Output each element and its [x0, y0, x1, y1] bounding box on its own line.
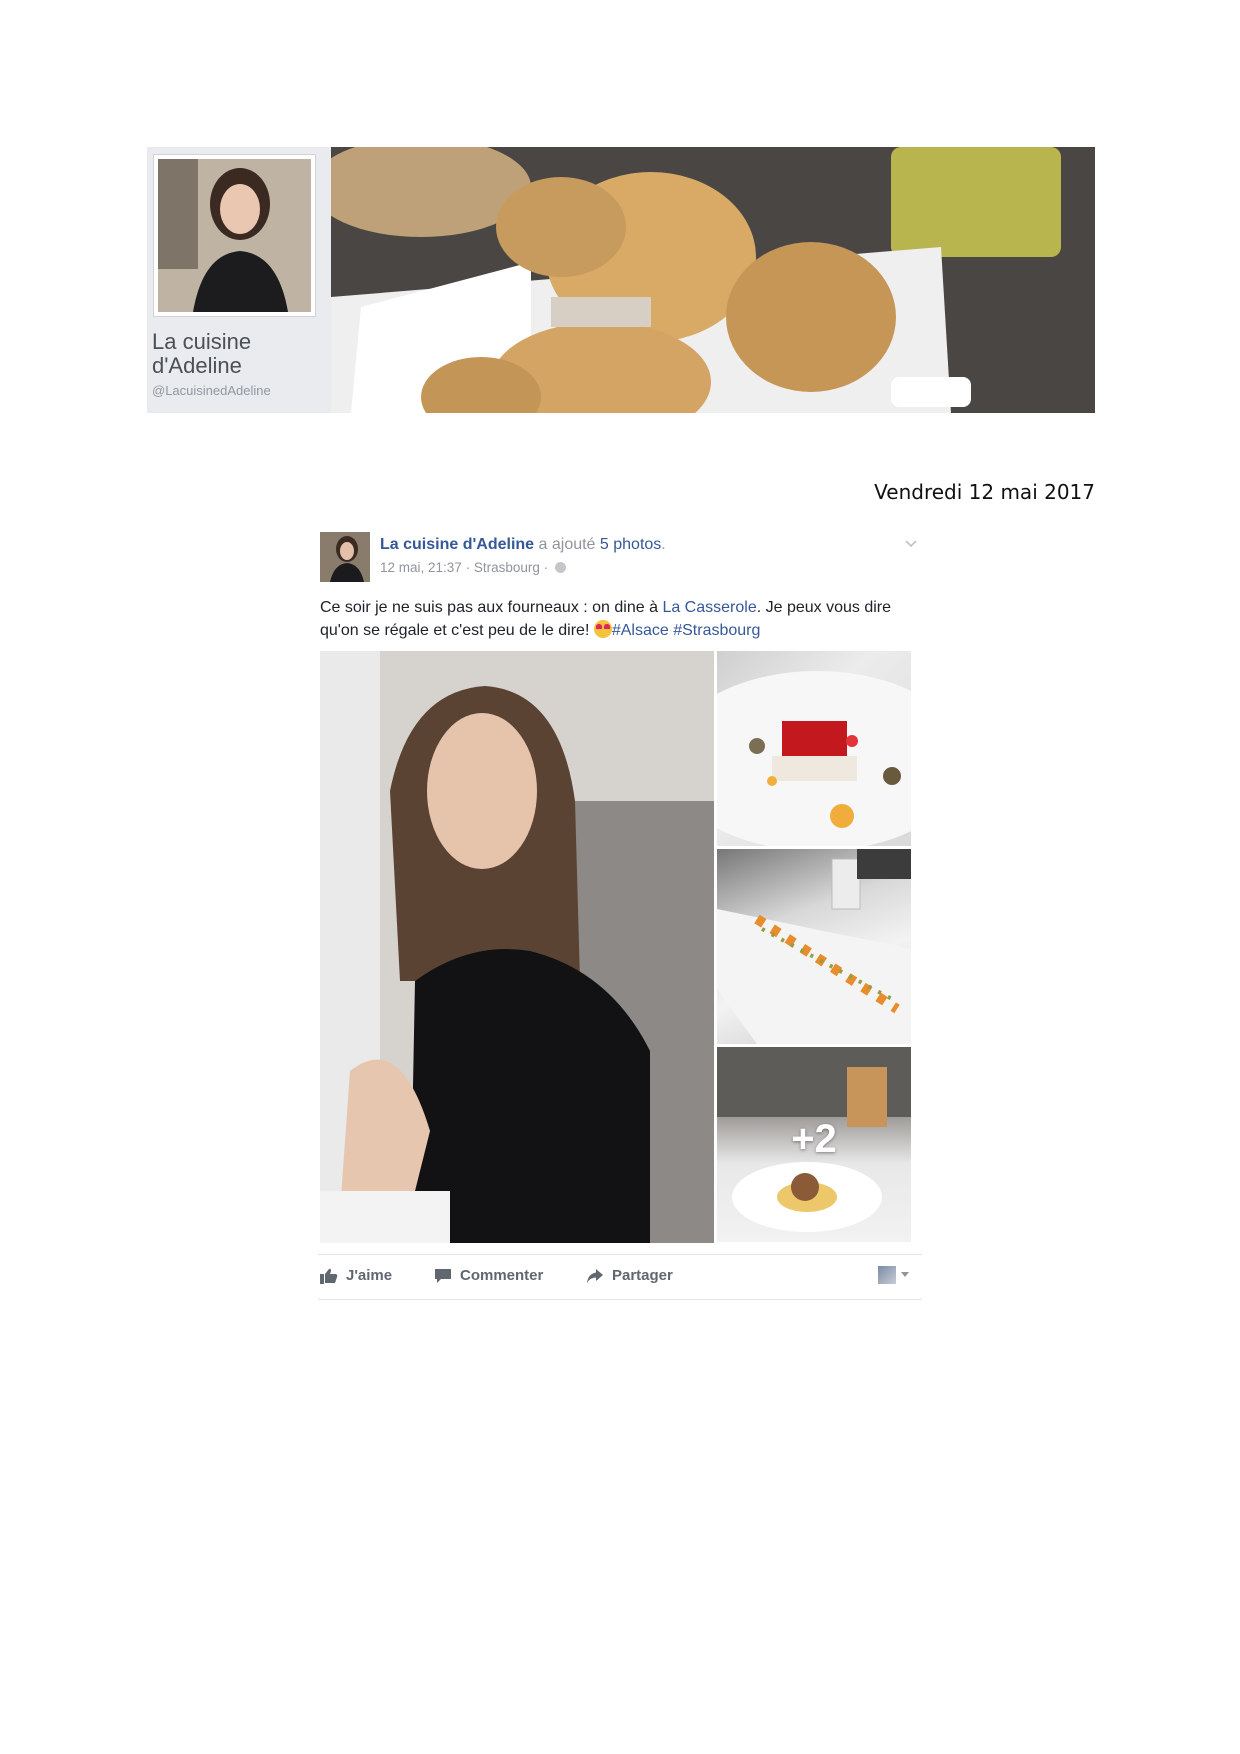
meta-separator: ·	[543, 560, 549, 575]
facebook-post: La cuisine d'Adeline a ajouté 5 photos. …	[318, 526, 924, 1316]
heart-eyes-emoji-icon	[593, 620, 612, 638]
post-location[interactable]: Strasbourg	[474, 560, 540, 575]
photo-dish-2[interactable]	[717, 849, 911, 1044]
page-banner: La cuisine d'Adeline @LacuisinedAdeline	[147, 147, 1095, 413]
chevron-down-icon[interactable]	[904, 536, 918, 550]
post-timestamp[interactable]: 12 mai, 21:37	[380, 560, 462, 575]
photo-main[interactable]	[320, 651, 714, 1243]
photo-dish-1[interactable]	[717, 651, 911, 846]
profile-picture[interactable]	[153, 154, 316, 317]
restaurant-link[interactable]: La Casserole	[662, 599, 756, 616]
post-action-bar: J'aime Commenter Partager	[318, 1254, 922, 1300]
like-label: J'aime	[346, 1267, 393, 1284]
hashtag-link[interactable]: #Strasbourg	[673, 622, 760, 639]
share-button[interactable]: Partager	[586, 1267, 673, 1284]
comment-icon	[435, 1268, 451, 1283]
profile-photo	[158, 159, 311, 312]
photos-count-link[interactable]: 5 photos	[600, 536, 661, 553]
hashtag-link[interactable]: #Alsace	[612, 622, 669, 639]
post-meta: 12 mai, 21:37 · Strasbourg ·	[380, 560, 566, 575]
share-label: Partager	[612, 1267, 673, 1284]
cover-photo[interactable]	[331, 147, 1095, 413]
more-photos-count[interactable]: +2	[717, 1117, 911, 1162]
post-author-link[interactable]: La cuisine d'Adeline	[380, 536, 534, 553]
comment-label: Commenter	[460, 1267, 544, 1284]
post-message: Ce soir je ne suis pas aux fourneaux : o…	[320, 596, 920, 642]
post-header: La cuisine d'Adeline a ajouté 5 photos.	[380, 536, 666, 554]
post-action-text: a ajouté	[538, 536, 596, 553]
share-icon	[587, 1268, 603, 1283]
page-handle[interactable]: @LacuisinedAdeline	[152, 383, 271, 398]
photo-grid: +2	[320, 651, 911, 1243]
post-header-period: .	[661, 536, 666, 553]
reaction-identity-selector[interactable]	[878, 1266, 910, 1284]
like-icon	[320, 1268, 338, 1284]
author-avatar[interactable]	[320, 532, 370, 582]
globe-icon	[554, 562, 566, 573]
meta-separator: ·	[465, 560, 471, 575]
page-name[interactable]: La cuisine d'Adeline	[152, 330, 322, 378]
viewer-avatar	[878, 1266, 896, 1284]
date-caption: Vendredi 12 mai 2017	[874, 480, 1095, 504]
comment-button[interactable]: Commenter	[434, 1267, 543, 1284]
like-button[interactable]: J'aime	[320, 1267, 392, 1284]
message-text: Ce soir je ne suis pas aux fourneaux : o…	[320, 599, 658, 616]
photo-dish-3-more[interactable]: +2	[717, 1047, 911, 1242]
caret-down-icon	[901, 1272, 909, 1277]
